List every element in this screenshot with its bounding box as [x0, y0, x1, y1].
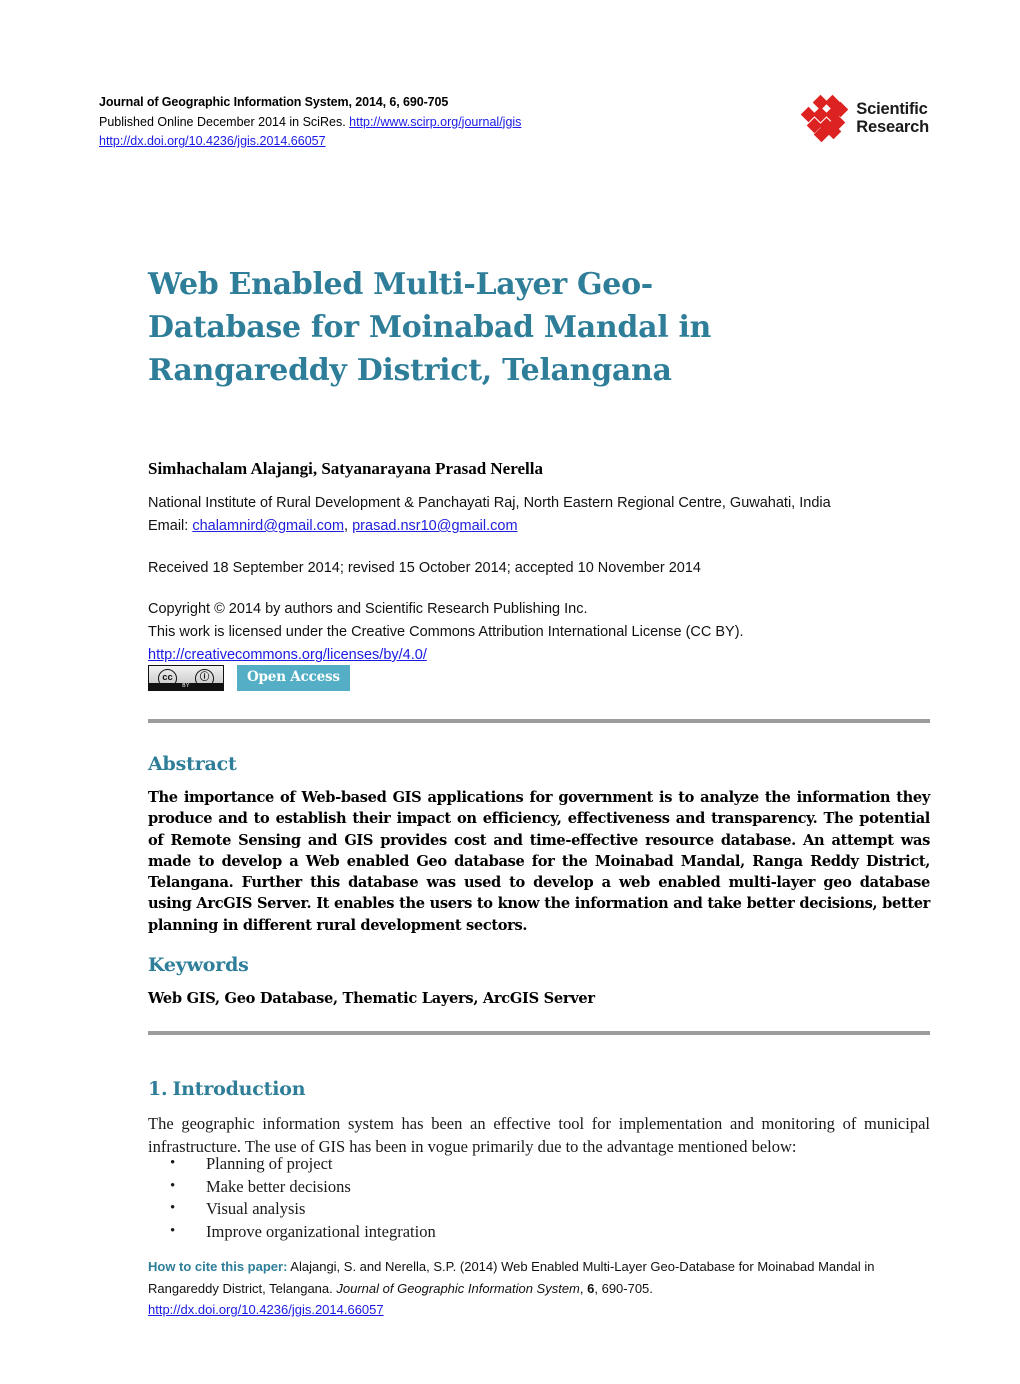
affiliation-block: National Institute of Rural Development … — [148, 492, 930, 538]
received-dates: Received 18 September 2014; revised 15 O… — [148, 560, 701, 576]
introduction-paragraph: The geographic information system has be… — [148, 1114, 930, 1156]
doi-line: http://dx.doi.org/10.4236/jgis.2014.6605… — [99, 132, 521, 152]
cc-by-label: BY — [149, 683, 223, 690]
email-separator: , — [344, 518, 353, 534]
list-item: Improve organizational integration — [148, 1220, 848, 1244]
logo-wordmark: Scientific Research — [856, 100, 929, 136]
license-line: This work is licensed under the Creative… — [148, 624, 744, 640]
copyright-line: Copyright © 2014 by authors and Scientif… — [148, 601, 588, 617]
open-access-badge[interactable]: Open Access — [237, 665, 350, 691]
copyright-block: Copyright © 2014 by authors and Scientif… — [148, 598, 930, 667]
email-link-2[interactable]: prasad.nsr10@gmail.com — [352, 518, 517, 534]
how-to-cite-label: How to cite this paper: — [148, 1259, 288, 1274]
introduction-number: 1. — [148, 1078, 168, 1100]
list-item: Planning of project — [148, 1152, 848, 1176]
badge-row: cc ⓘ BY Open Access — [148, 665, 350, 691]
email-line: Email: chalamnird@gmail.com, prasad.nsr1… — [148, 515, 930, 538]
license-url-link[interactable]: http://creativecommons.org/licenses/by/4… — [148, 647, 427, 663]
keywords-text: Web GIS, Geo Database, Thematic Layers, … — [148, 990, 595, 1007]
masthead-text: Journal of Geographic Information System… — [99, 93, 521, 152]
list-item: Visual analysis — [148, 1197, 848, 1221]
license-url-line: http://creativecommons.org/licenses/by/4… — [148, 644, 930, 667]
abstract-heading: Abstract — [148, 753, 237, 775]
published-online-line: Published Online December 2014 in SciRes… — [99, 113, 521, 133]
logo-line-research: Research — [856, 118, 929, 136]
email-link-1[interactable]: chalamnird@gmail.com — [192, 518, 344, 534]
journal-citation-line: Journal of Geographic Information System… — [99, 95, 449, 109]
introduction-heading: 1. Introduction — [148, 1078, 306, 1100]
diamond-logo-icon — [801, 94, 849, 143]
how-to-cite-journal: Journal of Geographic Information System — [336, 1280, 580, 1296]
journal-url-link[interactable]: http://www.scirp.org/journal/jgis — [349, 115, 521, 129]
masthead: Journal of Geographic Information System… — [99, 93, 929, 152]
divider-below-keywords — [148, 1031, 930, 1035]
how-to-cite-doi-link[interactable]: http://dx.doi.org/10.4236/jgis.2014.6605… — [148, 1302, 384, 1317]
paper-page: Journal of Geographic Information System… — [0, 0, 1020, 1384]
keywords-heading: Keywords — [148, 954, 249, 976]
author-list: Simhachalam Alajangi, Satyanarayana Pras… — [148, 459, 543, 478]
affiliation-line: National Institute of Rural Development … — [148, 495, 831, 511]
creative-commons-badge-icon[interactable]: cc ⓘ BY — [148, 665, 224, 691]
published-online-prefix: Published Online December 2014 in SciRes… — [99, 114, 350, 129]
logo-line-scientific: Scientific — [856, 100, 928, 118]
page-title: Web Enabled Multi-Layer Geo-Database for… — [148, 267, 712, 389]
doi-url-link[interactable]: http://dx.doi.org/10.4236/jgis.2014.6605… — [99, 134, 326, 148]
introduction-bullet-list: Planning of project Make better decision… — [148, 1152, 848, 1244]
abstract-text: The importance of Web-based GIS applicat… — [148, 789, 930, 934]
how-to-cite-pages: , 690-705. — [594, 1280, 653, 1296]
email-label: Email: — [148, 518, 193, 534]
divider-above-abstract — [148, 719, 930, 723]
scientific-research-logo[interactable]: Scientific Research — [801, 94, 929, 143]
how-to-cite-doi-line: http://dx.doi.org/10.4236/jgis.2014.6605… — [148, 1299, 933, 1321]
list-item: Make better decisions — [148, 1175, 848, 1199]
introduction-heading-label: Introduction — [172, 1078, 306, 1100]
how-to-cite-block: How to cite this paper: Alajangi, S. and… — [148, 1256, 933, 1321]
